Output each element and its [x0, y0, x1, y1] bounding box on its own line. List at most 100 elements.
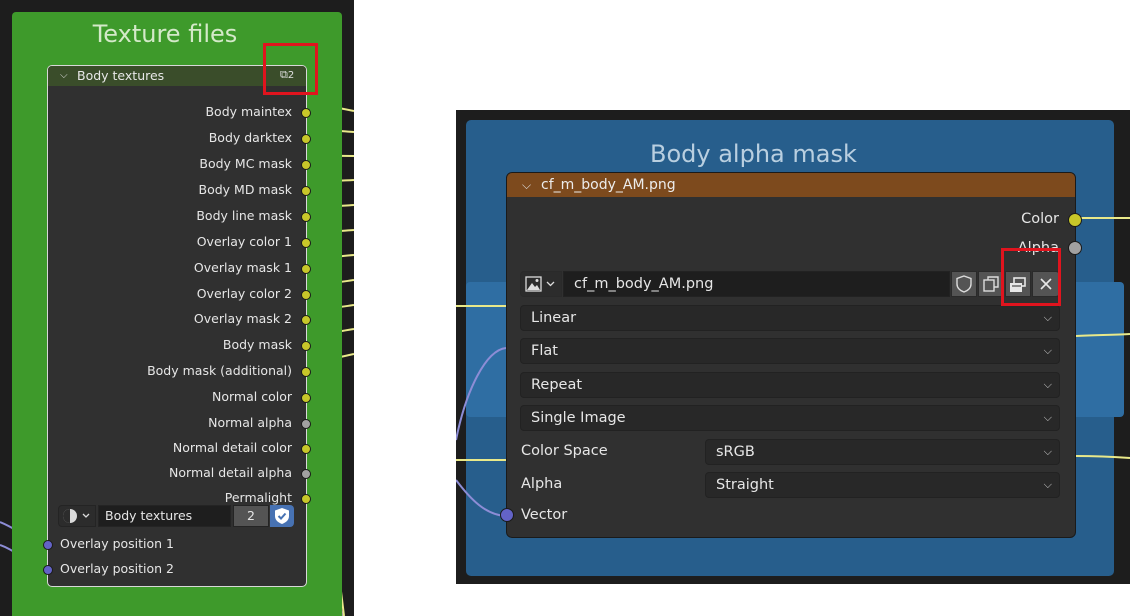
output-socket[interactable] [301, 315, 311, 325]
output-socket[interactable] [301, 186, 311, 196]
chevron-down-icon: ⌵ [1043, 311, 1052, 324]
output-color: Color [1021, 211, 1059, 227]
extension-value: Repeat [531, 377, 583, 393]
output-socket[interactable] [301, 367, 311, 377]
input-label: Overlay position 2 [60, 561, 175, 576]
output-socket[interactable] [301, 134, 311, 144]
interpolation-dropdown[interactable]: Linear ⌵ [520, 305, 1060, 331]
socket-vector[interactable] [500, 508, 514, 522]
fake-user-shield-icon[interactable] [951, 271, 977, 297]
output-label: Overlay mask 1 [193, 260, 292, 275]
color-space-dropdown[interactable]: sRGB ⌵ [705, 439, 1060, 465]
output-label: Body darktex [208, 130, 292, 145]
input-row: Overlay position 2 [60, 561, 174, 576]
color-space-value: sRGB [716, 444, 755, 460]
output-label: Body line mask [196, 208, 292, 223]
input-socket[interactable] [43, 565, 53, 575]
output-label: Body MC mask [199, 156, 292, 171]
output-row: Normal detail alpha [169, 465, 292, 480]
output-label: Overlay color 1 [196, 234, 292, 249]
output-label: Normal alpha [208, 415, 292, 430]
output-row: Normal detail color [173, 440, 292, 455]
chevron-down-icon: ⌵ [1043, 378, 1052, 391]
output-socket[interactable] [301, 341, 311, 351]
highlight-box-right [1001, 248, 1061, 306]
output-row: Body mask [223, 337, 292, 352]
output-socket[interactable] [301, 494, 311, 504]
output-row: Normal color [212, 389, 292, 404]
output-label: Body maintex [205, 104, 292, 119]
output-socket[interactable] [301, 290, 311, 300]
output-row: Body mask (additional) [147, 363, 292, 378]
input-vector-label: Vector [521, 507, 568, 523]
alpha-label: Alpha [521, 476, 563, 492]
left-node-editor: Texture files ⌵ Body textures ⧉2 Body ma… [0, 0, 354, 616]
node-header-label: Body textures [77, 68, 165, 83]
input-row: Overlay position 1 [60, 536, 174, 551]
datablock-name-field[interactable]: Body textures [98, 505, 231, 527]
output-socket[interactable] [301, 444, 311, 454]
output-label: Overlay mask 2 [193, 311, 292, 326]
output-label: Normal color [212, 389, 292, 404]
output-row: Overlay mask 2 [194, 311, 292, 326]
frame-title: Texture files [92, 20, 238, 48]
output-label: Body MD mask [198, 182, 293, 197]
output-row: Overlay mask 1 [194, 260, 292, 275]
output-row: Body MD mask [199, 182, 293, 197]
image-selector[interactable]: cf_m_body_AM.png [520, 271, 1060, 297]
image-texture-node[interactable]: ⌵ cf_m_body_AM.png Color Alpha cf_m_body… [500, 172, 1082, 538]
socket-color[interactable] [1068, 213, 1082, 227]
sphere-material-icon[interactable] [58, 505, 96, 527]
fake-user-shield-icon[interactable] [270, 505, 294, 527]
chevron-down-icon: ⌵ [1043, 411, 1052, 424]
output-socket[interactable] [301, 238, 311, 248]
chevron-down-icon[interactable]: ⌵ [522, 178, 531, 193]
highlight-box-left [263, 43, 318, 95]
output-socket[interactable] [301, 108, 311, 118]
output-label: Normal detail alpha [169, 465, 292, 480]
node-header[interactable]: ⌵ cf_m_body_AM.png [507, 173, 1075, 197]
output-row: Body MC mask [199, 156, 292, 171]
right-node-editor: Body alpha mask ⌵ cf_m_body_AM.png Color… [456, 110, 1130, 584]
alpha-value: Straight [716, 477, 774, 493]
projection-value: Flat [531, 343, 558, 359]
user-count-field[interactable]: 2 [233, 505, 269, 527]
output-socket[interactable] [301, 212, 311, 222]
chevron-down-icon: ⌵ [1043, 445, 1052, 458]
source-dropdown[interactable]: Single Image ⌵ [520, 405, 1060, 431]
output-socket[interactable] [301, 393, 311, 403]
input-label: Overlay position 1 [60, 536, 175, 551]
output-label: Permalight [224, 490, 292, 505]
image-name-field[interactable]: cf_m_body_AM.png [563, 271, 950, 297]
node-group-selector[interactable]: Body textures 2 [58, 505, 294, 527]
output-row: Permalight [225, 490, 292, 505]
socket-alpha[interactable] [1068, 241, 1082, 255]
output-label: Color [1021, 211, 1059, 227]
source-value: Single Image [531, 410, 626, 426]
output-label: Body mask (additional) [147, 363, 292, 378]
input-socket[interactable] [43, 540, 53, 550]
image-icon[interactable] [520, 271, 562, 297]
output-row: Body line mask [196, 208, 292, 223]
output-row: Normal alpha [208, 415, 292, 430]
image-name: cf_m_body_AM.png [574, 276, 714, 292]
output-row: Body darktex [209, 130, 292, 145]
output-row: Body maintex [205, 104, 292, 119]
output-label: Overlay color 2 [196, 286, 292, 301]
output-socket[interactable] [301, 419, 311, 429]
output-row: Overlay color 2 [197, 286, 292, 301]
output-row: Overlay color 1 [197, 234, 292, 249]
alpha-dropdown[interactable]: Straight ⌵ [705, 472, 1060, 498]
output-socket[interactable] [301, 160, 311, 170]
node-header-label: cf_m_body_AM.png [541, 177, 676, 193]
chevron-down-icon: ⌵ [1043, 344, 1052, 357]
output-label: Normal detail color [172, 440, 292, 455]
chevron-down-icon[interactable]: ⌵ [60, 70, 68, 81]
projection-dropdown[interactable]: Flat ⌵ [520, 338, 1060, 364]
output-label: Body mask [222, 337, 292, 352]
output-socket[interactable] [301, 469, 311, 479]
color-space-label: Color Space [521, 443, 608, 459]
group-node-body-textures[interactable]: ⌵ Body textures ⧉2 Body maintex Body dark… [43, 65, 311, 587]
extension-dropdown[interactable]: Repeat ⌵ [520, 372, 1060, 398]
output-socket[interactable] [301, 264, 311, 274]
